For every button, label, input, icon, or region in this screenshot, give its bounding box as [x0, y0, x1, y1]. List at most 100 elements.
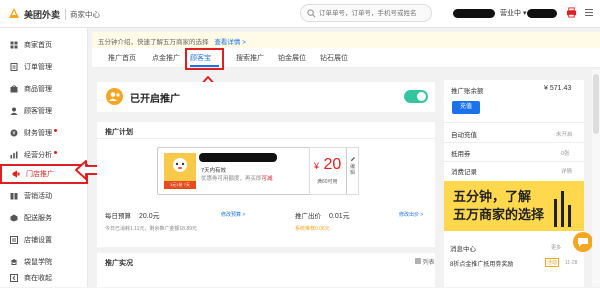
- sidebar-item-customers[interactable]: 顾客管理: [0, 101, 88, 121]
- sidebar-item-settings[interactable]: 店铺设置: [0, 230, 88, 250]
- chat-button[interactable]: [573, 232, 593, 252]
- search-input[interactable]: [319, 8, 429, 19]
- menu-icon[interactable]: [584, 7, 594, 18]
- sidebar-item-marketing[interactable]: 营销活动: [0, 186, 88, 206]
- store-status-dropdown[interactable]: 营业中 ▾: [500, 8, 526, 18]
- sidebar-item-label: 订单管理: [24, 64, 52, 71]
- currency-symbol: ¥: [314, 161, 320, 171]
- search-box[interactable]: [300, 4, 432, 22]
- tab-dianjin[interactable]: 点金推广: [152, 53, 180, 63]
- budget-value: 20.0元: [139, 213, 160, 220]
- list-view-toggle[interactable]: 列表: [415, 257, 435, 266]
- voucher-row[interactable]: 抵用券: [451, 148, 471, 158]
- promotion-status-title: 已开启推广: [130, 94, 180, 105]
- store-status-label: 营业中: [500, 10, 521, 17]
- tab-diamond[interactable]: 钻石展位: [320, 53, 348, 63]
- brand-subtitle: 商家中心: [65, 9, 100, 20]
- sidebar-item-collapse[interactable]: 商在收起: [0, 268, 88, 288]
- coupon-description-text: 优惠券可用额度，再买即: [201, 176, 262, 182]
- top-bar: 美团外卖 商家中心 营业中 ▾: [0, 0, 600, 28]
- user-badge-icon: [106, 88, 123, 105]
- svg-text:¥: ¥: [12, 131, 15, 137]
- divider: [444, 142, 584, 143]
- budget-label: 每日预算: [105, 213, 131, 220]
- sidebar-item-orders[interactable]: 订单管理: [0, 57, 88, 77]
- coupon-price-value: 20: [323, 156, 342, 173]
- notice-text: 五分钟介绍，快速了解五万商家的选择: [98, 39, 209, 46]
- sidebar-item-label: 配送服务: [24, 215, 52, 222]
- edit-bid-link[interactable]: 修改出价 >: [399, 211, 423, 218]
- toggle-knob: [417, 92, 426, 101]
- coupon-threshold: 满60可用: [317, 179, 338, 185]
- tab-home[interactable]: 推广首页: [108, 53, 136, 63]
- promo-banner[interactable]: 五分钟，了解 五万商家的选择: [444, 181, 584, 231]
- auto-recharge-status: 未开启: [556, 132, 573, 138]
- home-icon: [10, 41, 18, 49]
- sidebar-item-delivery[interactable]: 配送服务: [0, 208, 88, 228]
- account-balance-amount: ¥ 571.43: [544, 85, 572, 92]
- thumbnail-caption: 3元1份 7天: [164, 181, 196, 189]
- message-more-link[interactable]: 更多: [551, 244, 561, 251]
- banner-line-2: 五万商家的选择: [453, 207, 545, 222]
- edit-icon: [351, 157, 355, 161]
- notice-link[interactable]: 查看详情 >: [214, 39, 246, 46]
- sidebar-item-label: 袋鼠学院: [24, 259, 52, 266]
- message-center-title: 消息中心: [450, 246, 476, 253]
- chevron-down-icon: ▾: [522, 10, 527, 17]
- sidebar-item-label: 店铺设置: [24, 237, 52, 244]
- scrollbar-thumb[interactable]: [593, 74, 599, 134]
- tab-platinum[interactable]: 铂金展位: [278, 53, 306, 63]
- auto-recharge-row[interactable]: 自动充值: [451, 129, 477, 139]
- annotation-box: [185, 48, 224, 70]
- coupon-description: 优惠券可用额度，再买即可减: [201, 174, 273, 182]
- bid-label: 推广出价: [295, 213, 321, 220]
- coupon-price: ¥ 20: [314, 156, 341, 174]
- spending-record-row[interactable]: 消费记录: [451, 166, 477, 176]
- redacted-block: [527, 9, 557, 18]
- sidebar-item-home[interactable]: 商家首页: [0, 35, 88, 55]
- settings-icon: [10, 236, 18, 244]
- delivery-icon: [10, 214, 18, 222]
- promotion-toggle[interactable]: [404, 90, 428, 103]
- notice-bar: 五分钟介绍，快速了解五万商家的选择 查看详情 >: [92, 32, 600, 48]
- tab-search-promo[interactable]: 搜索推广: [236, 53, 264, 63]
- edit-budget-link[interactable]: 修改预算 >: [221, 211, 245, 218]
- search-icon: [307, 9, 316, 18]
- sidebar-item-label: 商在收起: [24, 275, 52, 282]
- edit-button[interactable]: 编辑: [350, 156, 358, 176]
- banner-decoration-icon: [554, 191, 571, 227]
- list-icon: [415, 258, 421, 264]
- promotion-plan-card: 推广计划 3元1份 7天 7天内有效 优惠券可用额度，再买即可减 ¥ 20 满6…: [97, 122, 435, 247]
- sidebar-item-goods[interactable]: 商品管理: [0, 79, 88, 99]
- message-center: 消息中心 更多 8折点金推广抵用劵奖励 活动 11-28: [444, 238, 584, 287]
- sidebar-item-label: 经营分析: [24, 152, 52, 159]
- sidebar-item-label: 商家首页: [24, 42, 52, 49]
- promote-icon: [12, 170, 20, 178]
- banner-line-1: 五分钟，了解: [453, 189, 532, 204]
- customer-icon: [10, 107, 18, 115]
- notification-dot: [54, 150, 57, 154]
- edit-label: 编辑: [350, 164, 356, 176]
- sidebar-item-finance[interactable]: ¥ 财务管理: [0, 123, 88, 143]
- order-icon: [10, 63, 18, 71]
- tab-bar: 推广首页 点金推广 顾客宝 搜索推广 铂金展位 钻石展位: [92, 48, 600, 68]
- sidebar-item-label: 门店推广: [26, 171, 54, 178]
- recharge-button[interactable]: 充值: [452, 101, 480, 114]
- spending-detail-link[interactable]: 详情: [561, 167, 572, 175]
- sidebar-item-label: 营销活动: [24, 193, 52, 200]
- chat-icon: [578, 238, 588, 247]
- bid-note: 系统推荐0.06元: [295, 225, 330, 232]
- bid-value: 0.01元: [329, 213, 350, 220]
- promotion-bid: 推广出价 0.01元: [295, 210, 350, 221]
- message-row[interactable]: 8折点金推广抵用劵奖励: [450, 259, 545, 268]
- printer-icon[interactable]: [566, 7, 577, 18]
- divider: [97, 138, 435, 139]
- promotion-live-card: 推广实况 列表: [97, 253, 435, 287]
- coupon-description-highlight: 可减: [261, 176, 273, 182]
- divider: [444, 161, 584, 162]
- collapse-icon: [10, 274, 18, 282]
- mascot-icon: [173, 158, 187, 172]
- redacted-block: [199, 153, 277, 162]
- analysis-icon: [10, 151, 18, 159]
- marketing-icon: [10, 193, 18, 200]
